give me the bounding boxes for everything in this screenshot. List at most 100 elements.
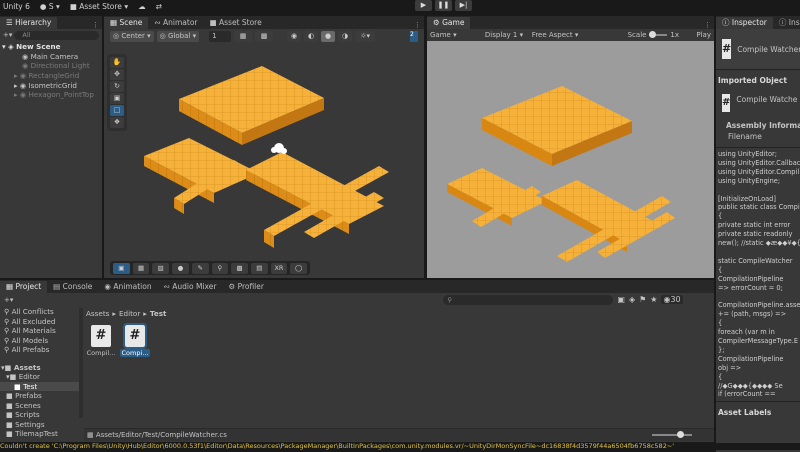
shaded-icon[interactable]: ●	[321, 30, 336, 42]
tab-inspector[interactable]: ⓘ Inspector	[716, 17, 773, 29]
tree-scrollbar[interactable]	[79, 308, 83, 418]
filter-type-icon[interactable]: ▣	[617, 295, 625, 304]
asset-store-menu[interactable]: ■ Asset Store ▾	[70, 2, 128, 11]
tab-console[interactable]: ▤ Console	[47, 281, 98, 293]
scale-tool-icon[interactable]: ▣	[110, 93, 124, 104]
icon-size-slider[interactable]	[652, 431, 692, 438]
code-line: public static class Compi	[718, 203, 800, 212]
tab-animator[interactable]: ∾ Animator	[148, 17, 203, 29]
scene-root[interactable]: ▾ ◈ New Scene	[2, 42, 100, 52]
project-tree: ⚲ All Conflicts ⚲ All Excluded ⚲ All Mater…	[0, 307, 82, 442]
hierarchy-search-input[interactable]: All	[14, 30, 99, 40]
create-icon[interactable]: +▾	[4, 296, 13, 304]
lock-icon[interactable]: ⋮	[92, 21, 102, 29]
tab-hierarchy[interactable]: ☰ Hierarchy	[0, 17, 58, 29]
lighting-icon[interactable]: ◑	[338, 30, 353, 42]
snap-icon[interactable]: ▩	[255, 30, 274, 42]
step-button[interactable]: ▶|	[455, 0, 472, 11]
version-control-icon[interactable]: ⇄	[156, 2, 162, 11]
tile-circle-icon[interactable]: ●	[172, 262, 189, 274]
code-line: {	[718, 265, 723, 274]
cloud-icon[interactable]: ☁	[138, 2, 146, 11]
rotate-tool-icon[interactable]: ↻	[110, 81, 124, 92]
game-mode-dropdown[interactable]: Game ▾	[430, 31, 485, 39]
tab-inspector-2[interactable]: ⓘ Insp	[773, 17, 800, 29]
hierarchy-item-rectanglegrid[interactable]: ▸ ◉ RectangleGrid	[2, 71, 100, 81]
tile-picker-icon[interactable]: ⚲	[211, 262, 229, 274]
tile-brush-icon[interactable]: ✎	[191, 262, 209, 274]
aspect-dropdown[interactable]: Free Aspect ▾	[532, 31, 628, 39]
display-dropdown[interactable]: Display 1 ▾	[485, 31, 532, 39]
draw-mode-icon[interactable]: ◐	[304, 30, 319, 42]
code-line: obj =>	[718, 363, 742, 372]
scale-slider[interactable]	[649, 31, 668, 38]
game-menu-icon[interactable]: ⋮	[704, 21, 714, 29]
file-item[interactable]: # Compil...	[86, 325, 116, 357]
favorite-item[interactable]: ⚲ All Models	[4, 336, 82, 346]
filter-tag-icon[interactable]: ⚑	[639, 295, 646, 304]
hierarchy-item-hexagon[interactable]: ▸ ◉ Hexagon_PointTop	[2, 90, 100, 100]
favorite-item[interactable]: ⚲ All Prefabs	[4, 345, 82, 355]
tile-stamp-icon[interactable]: ▩	[231, 262, 248, 274]
hierarchy-item-main-camera[interactable]: ◉ Main Camera	[2, 52, 100, 62]
hand-tool-icon[interactable]: ✋	[110, 57, 124, 68]
game-view-panel: ⚙ Game ⋮ Game ▾ Display 1 ▾ Free Aspect …	[427, 16, 714, 278]
pause-button[interactable]: ❚❚	[435, 0, 452, 11]
scene-2d-badge[interactable]: 2	[410, 30, 418, 42]
code-line: using UnityEngine;	[718, 176, 781, 185]
favorite-item[interactable]: ⚲ All Excluded	[4, 317, 82, 327]
tile-palette-icon[interactable]: ▣	[113, 262, 130, 274]
folder-editor[interactable]: ▾■ Editor	[0, 372, 82, 382]
breadcrumb-editor[interactable]: Editor	[119, 309, 140, 318]
rect-tool-icon[interactable]: □	[110, 105, 124, 116]
code-line: using UnityEditor;	[718, 150, 777, 158]
tab-project[interactable]: ▦ Project	[0, 281, 48, 293]
favorite-item[interactable]: ⚲ All Materials	[4, 326, 82, 336]
status-bar[interactable]: Couldn't create 'C:\Program Files\Unity\…	[0, 443, 800, 450]
space-dropdown[interactable]: ◎ Global ▾	[156, 30, 200, 42]
gizmo-sphere-icon[interactable]: ◉	[287, 30, 302, 42]
tab-asset-store[interactable]: ■ Asset Store	[204, 17, 268, 29]
scene-menu-icon[interactable]: ⋮	[414, 21, 424, 29]
tile-grid-icon[interactable]: ▦	[132, 262, 150, 274]
tab-profiler[interactable]: ⚙ Profiler	[222, 281, 270, 293]
filter-label-icon[interactable]: ◈	[629, 295, 635, 304]
grid-icon[interactable]: ▦	[234, 30, 253, 42]
add-icon[interactable]: +▾	[3, 31, 12, 39]
folder-scenes[interactable]: ■ Scenes	[0, 401, 82, 411]
breadcrumb-assets[interactable]: Assets	[86, 309, 109, 318]
tile-eraser-icon[interactable]: ◯	[290, 262, 308, 274]
project-search-input[interactable]: ⚲	[443, 294, 614, 305]
folder-test[interactable]: ■ Test	[0, 381, 82, 391]
tab-animation[interactable]: ◉ Animation	[98, 281, 157, 293]
account-button[interactable]: ● S ▾	[40, 2, 60, 11]
play-focused-dropdown[interactable]: Play	[696, 31, 711, 39]
xr-button[interactable]: XR	[270, 262, 288, 274]
transform-tool-icon[interactable]: ❖	[110, 117, 124, 128]
file-item-selected[interactable]: # Compi...	[120, 323, 150, 357]
grid-size-field[interactable]: 1	[209, 30, 232, 42]
folder-prefabs[interactable]: ■ Prefabs	[0, 391, 82, 401]
effects-icon[interactable]: ☼▾	[355, 30, 376, 42]
folder-tilemaptest[interactable]: ■ TilemapTest	[0, 429, 82, 439]
code-line: };	[718, 345, 725, 354]
hierarchy-item-isometricgrid[interactable]: ▸ ◉ IsometricGrid	[2, 81, 100, 91]
move-tool-icon[interactable]: ✥	[110, 69, 124, 80]
tab-scene[interactable]: ▦ Scene	[104, 17, 149, 29]
assets-root[interactable]: ▾■ Assets	[0, 363, 82, 373]
tab-game[interactable]: ⚙ Game	[427, 17, 471, 29]
folder-scripts[interactable]: ■ Scripts	[0, 410, 82, 420]
play-button[interactable]: ▶	[415, 0, 432, 11]
hierarchy-item-directional-light[interactable]: ◉ Directional Light	[2, 61, 100, 71]
folder-settings[interactable]: ■ Settings	[0, 420, 82, 430]
pivot-dropdown[interactable]: ◎ Center ▾	[110, 30, 154, 42]
filename-label: Filename	[728, 132, 762, 141]
breadcrumb-test[interactable]: Test	[150, 309, 167, 318]
favorite-item[interactable]: ⚲ All Conflicts	[4, 307, 82, 317]
favorite-icon[interactable]: ★	[650, 295, 657, 304]
tab-audio-mixer[interactable]: ∾ Audio Mixer	[158, 281, 223, 293]
hidden-count-badge[interactable]: ◉30	[661, 295, 683, 304]
tile-pattern-icon[interactable]: ▧	[152, 262, 170, 274]
tile-fill-icon[interactable]: ▤	[250, 262, 268, 274]
